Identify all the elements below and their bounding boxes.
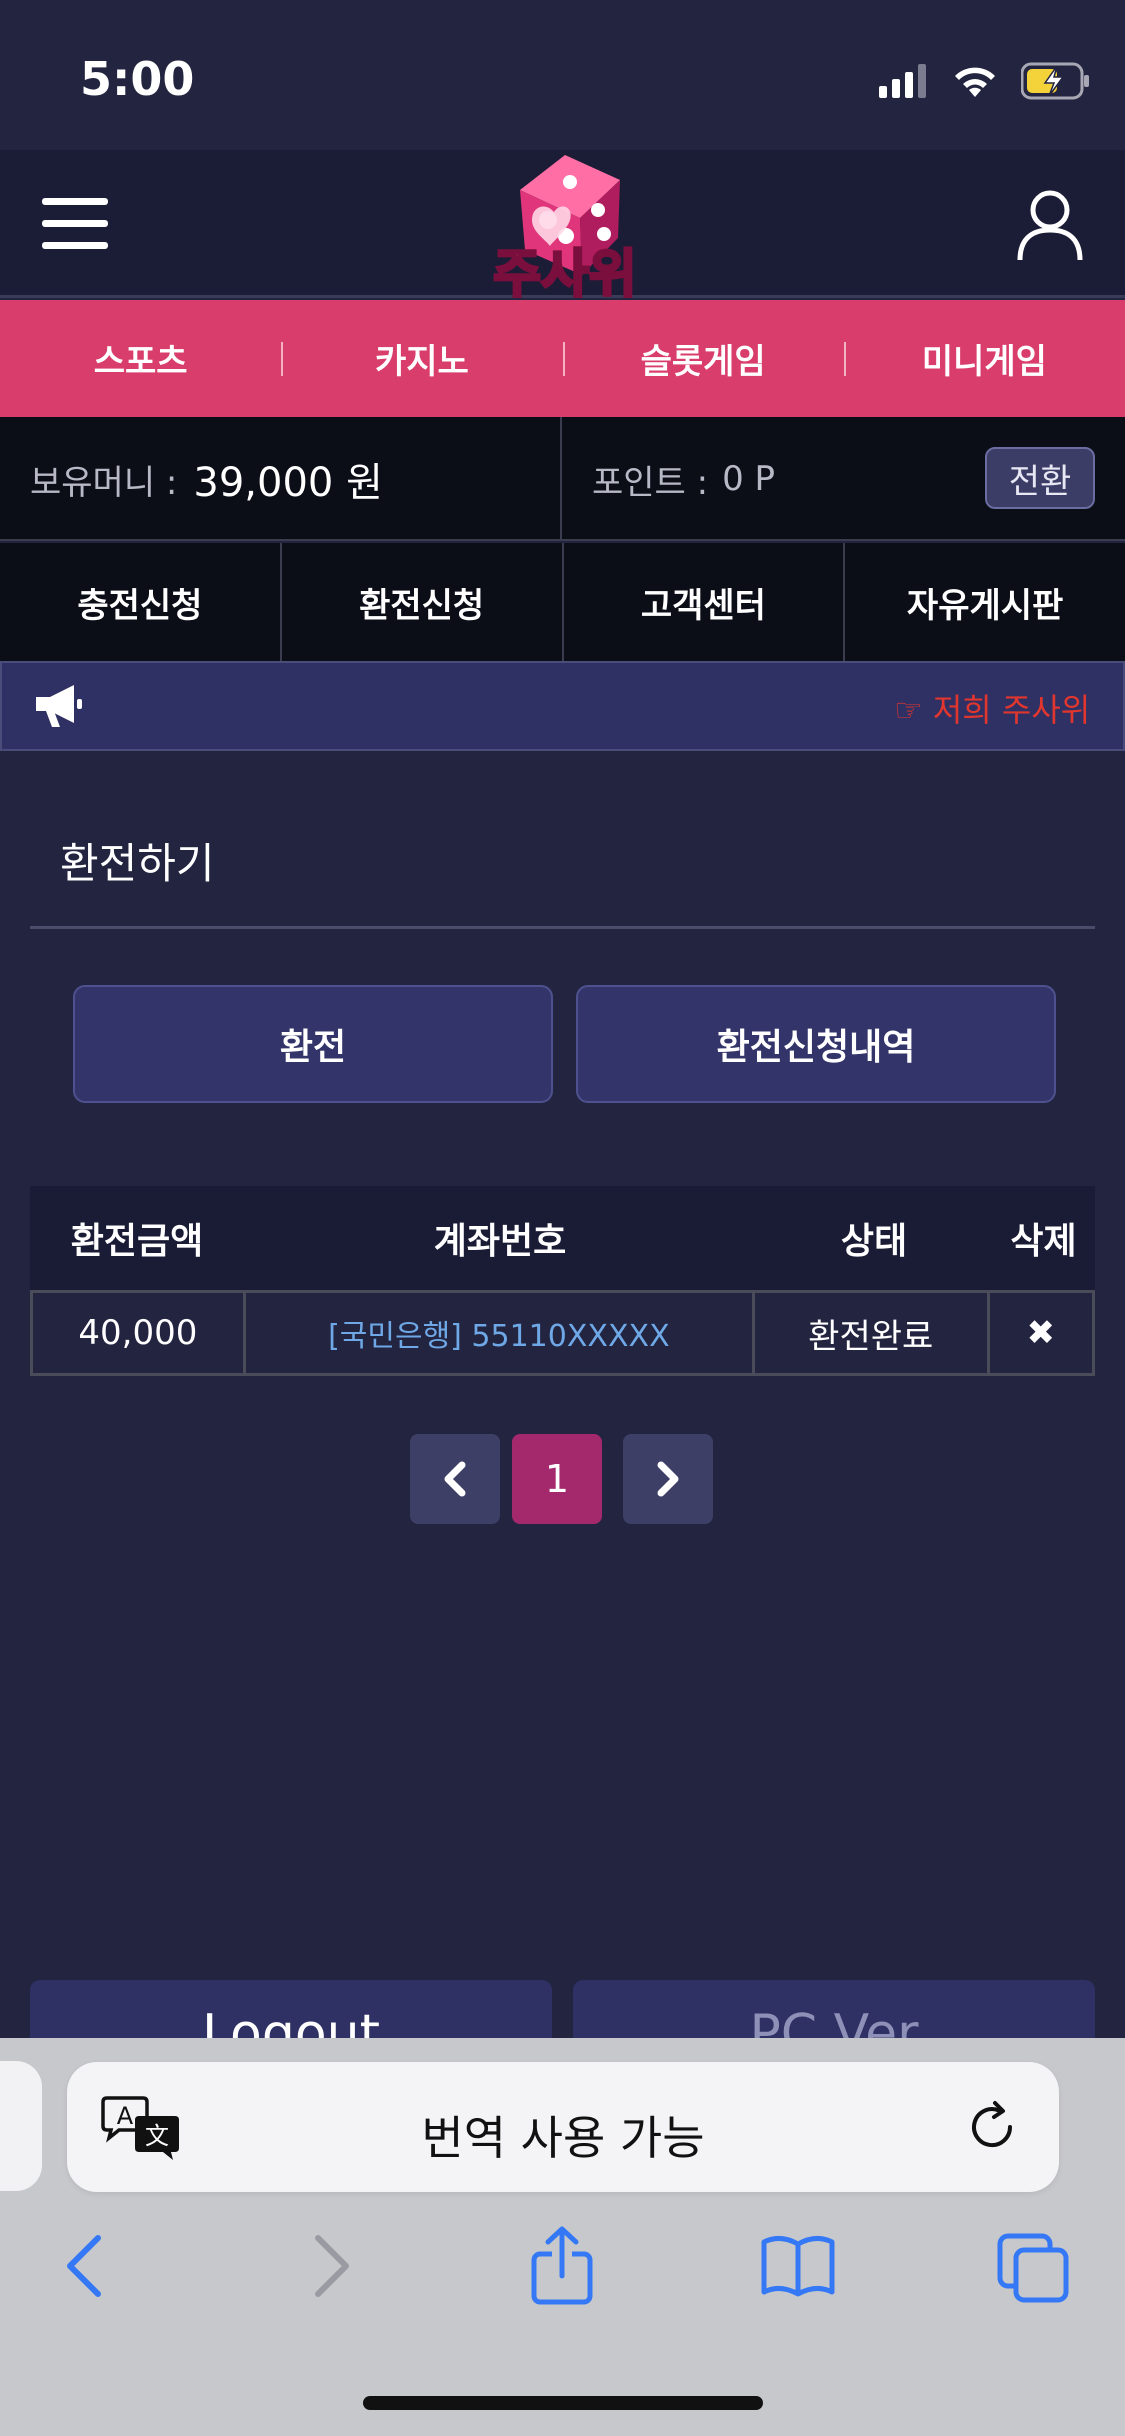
next-page-button[interactable] bbox=[623, 1434, 713, 1524]
nav-free-board[interactable]: 자유게시판 bbox=[845, 543, 1125, 661]
app-header: 주사위 bbox=[0, 150, 1125, 298]
dice-logo[interactable]: 주사위 bbox=[470, 150, 660, 298]
page-number-current[interactable]: 1 bbox=[512, 1434, 602, 1524]
point-value: 0 P bbox=[722, 459, 776, 499]
translate-banner-text: 번역 사용 가능 bbox=[421, 2111, 705, 2165]
previous-tab-peek[interactable] bbox=[0, 2061, 42, 2191]
megaphone-icon bbox=[36, 685, 82, 727]
column-header-delete: 삭제 bbox=[1010, 1221, 1077, 1262]
chevron-left-icon bbox=[444, 1461, 466, 1497]
nav-casino[interactable]: 카지노 bbox=[281, 300, 562, 417]
page-title: 환전하기 bbox=[60, 839, 215, 888]
balance-box: 보유머니 : 39,000 원 bbox=[30, 417, 383, 541]
account-action-nav: 충전신청 환전신청 고객센터 자유게시판 bbox=[0, 543, 1125, 661]
table-header: 환전금액 계좌번호 상태 삭제 bbox=[30, 1186, 1095, 1290]
game-category-nav: 스포츠 카지노 슬롯게임 미니게임 bbox=[0, 300, 1125, 417]
point-box: 포인트 : 0 P bbox=[592, 417, 775, 541]
notice-bar: ☞ 저희 주사위 bbox=[0, 661, 1125, 751]
nav-sports[interactable]: 스포츠 bbox=[0, 300, 281, 417]
logout-button[interactable]: Logout bbox=[30, 1980, 552, 2040]
notice-marquee-text: ☞ 저희 주사위 bbox=[894, 691, 1091, 729]
status-time: 5:00 bbox=[80, 52, 195, 106]
browser-forward-icon[interactable] bbox=[290, 2226, 370, 2306]
cell-amount: 40,000 bbox=[33, 1293, 246, 1373]
balance-label: 보유머니 : bbox=[30, 462, 178, 503]
nav-deposit-request[interactable]: 충전신청 bbox=[0, 543, 282, 661]
user-account-icon[interactable] bbox=[1015, 188, 1085, 262]
cell-account: [국민은행] 55110XXXXX bbox=[246, 1293, 755, 1373]
battery-charging-icon bbox=[1021, 62, 1089, 100]
browser-back-icon[interactable] bbox=[46, 2226, 126, 2306]
tab-exchange[interactable]: 환전 bbox=[73, 985, 553, 1103]
title-divider bbox=[30, 926, 1095, 929]
balance-bar: 보유머니 : 39,000 원 포인트 : 0 P 전환 bbox=[0, 417, 1125, 541]
column-header-account: 계좌번호 bbox=[433, 1221, 567, 1262]
logo-text: 주사위 bbox=[493, 245, 637, 298]
balance-value: 39,000 원 bbox=[193, 460, 383, 506]
hamburger-menu-icon[interactable] bbox=[42, 194, 108, 254]
reload-icon[interactable] bbox=[965, 2100, 1019, 2154]
home-indicator bbox=[363, 2396, 763, 2410]
tabs-icon[interactable] bbox=[994, 2226, 1074, 2306]
bookmarks-icon[interactable] bbox=[758, 2226, 838, 2306]
nav-mini-games[interactable]: 미니게임 bbox=[843, 300, 1125, 417]
delete-row-button[interactable]: ✖ bbox=[990, 1293, 1092, 1373]
point-label: 포인트 : bbox=[592, 462, 709, 503]
nav-customer-center[interactable]: 고객센터 bbox=[564, 543, 846, 661]
signal-icon bbox=[879, 64, 926, 98]
chevron-right-icon bbox=[657, 1461, 679, 1497]
translate-banner[interactable]: A 文 번역 사용 가능 bbox=[67, 2062, 1059, 2192]
nav-withdraw-request[interactable]: 환전신청 bbox=[282, 543, 564, 661]
browser-toolbar: A 文 번역 사용 가능 bbox=[0, 2038, 1125, 2436]
balance-divider bbox=[560, 417, 562, 541]
status-icons bbox=[879, 58, 1091, 104]
status-bar: 5:00 bbox=[0, 0, 1125, 150]
wifi-icon bbox=[955, 67, 995, 97]
tab-exchange-history[interactable]: 환전신청내역 bbox=[576, 985, 1056, 1103]
pc-version-button[interactable]: PC Ver bbox=[573, 1980, 1095, 2040]
prev-page-button[interactable] bbox=[410, 1434, 500, 1524]
convert-points-button[interactable]: 전환 bbox=[985, 447, 1095, 509]
column-header-status: 상태 bbox=[840, 1221, 908, 1262]
nav-slot-games[interactable]: 슬롯게임 bbox=[562, 300, 844, 417]
close-icon: ✖ bbox=[1026, 1313, 1056, 1353]
table-row: 40,000 [국민은행] 55110XXXXX 환전완료 ✖ bbox=[30, 1290, 1095, 1376]
cell-status: 환전완료 bbox=[755, 1293, 990, 1373]
column-header-amount: 환전금액 bbox=[70, 1221, 204, 1262]
share-icon[interactable] bbox=[522, 2226, 602, 2306]
